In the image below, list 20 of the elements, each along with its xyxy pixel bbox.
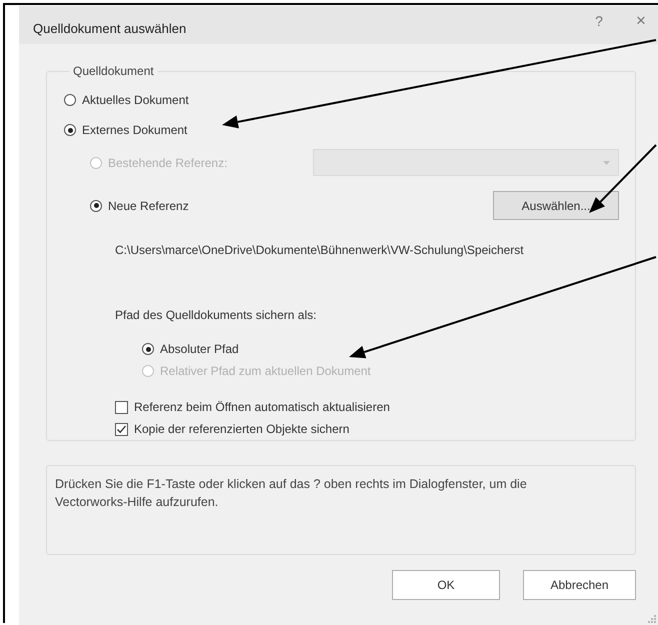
dialog-button[interactable]: OK	[392, 570, 500, 600]
group-label: Quelldokument	[72, 64, 155, 78]
file-path: C:\Users\marce\OneDrive\Dokumente\Bühnenwerk\VW-Schulung\Speicherst	[114, 242, 525, 259]
checkbox-option[interactable]: Kopie der referenzierten Objekte sichern	[115, 422, 350, 436]
caret-icon	[603, 160, 610, 164]
help-button[interactable]: ?	[589, 10, 609, 32]
resize-grip-icon[interactable]	[648, 615, 656, 623]
radio-option[interactable]: Externes Dokument	[64, 123, 188, 137]
close-button[interactable]: ×	[631, 10, 651, 32]
radio-option[interactable]: Neue Referenz	[90, 198, 189, 212]
choose-button[interactable]: Auswählen...	[493, 191, 619, 220]
checkmark-icon	[116, 424, 127, 434]
radio-option[interactable]: Absoluter Pfad	[142, 342, 239, 356]
radio-option[interactable]: Aktuelles Dokument	[64, 93, 189, 107]
help-text: Drücken Sie die F1-Taste oder klicken auf das ? oben rechts im Dialogfenster, um die Vectorworks-Hilfe aufzurufen.	[55, 476, 528, 511]
dialog-button[interactable]: Abbrechen	[523, 570, 636, 600]
checkbox-option[interactable]: Referenz beim Öffnen automatisch aktualisieren	[115, 400, 390, 414]
arrow	[589, 144, 657, 213]
field-label: Pfad des Quelldokuments sichern als:	[114, 307, 318, 324]
window-title: Quelldokument auswählen	[33, 21, 186, 36]
